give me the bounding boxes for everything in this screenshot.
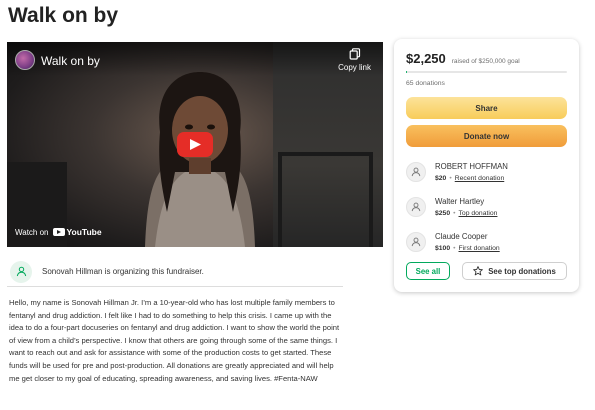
donor-name: Walter Hartley bbox=[435, 197, 485, 206]
channel-avatar[interactable] bbox=[15, 50, 35, 70]
donor-item: Walter Hartley $250 • Top donation bbox=[406, 192, 567, 222]
video-player[interactable]: Walk on by Copy link Watch on YouTube bbox=[7, 42, 383, 247]
copy-link-label: Copy link bbox=[338, 63, 371, 72]
goal-text: raised of $250,000 goal bbox=[451, 58, 520, 65]
copy-icon bbox=[349, 48, 360, 60]
progress-bar-fill bbox=[406, 71, 408, 73]
play-button[interactable] bbox=[177, 132, 213, 157]
organizer-row: Sonovah Hillman is organizing this fundr… bbox=[7, 257, 343, 287]
donate-now-button[interactable]: Donate now bbox=[406, 125, 567, 147]
watch-on-youtube-link[interactable]: Watch on YouTube bbox=[15, 227, 102, 237]
youtube-mark-icon bbox=[52, 228, 65, 236]
user-icon bbox=[406, 197, 426, 217]
donation-count: 65 donations bbox=[406, 80, 445, 87]
share-button[interactable]: Share bbox=[406, 97, 567, 119]
watch-on-label: Watch on bbox=[15, 227, 49, 237]
donor-tag-link[interactable]: Recent donation bbox=[455, 175, 505, 182]
see-top-donations-label: See top donations bbox=[488, 266, 556, 276]
copy-link-button[interactable]: Copy link bbox=[338, 48, 371, 72]
raised-summary: $2,250 raised of $250,000 goal bbox=[406, 51, 520, 66]
video-title[interactable]: Walk on by bbox=[41, 54, 100, 68]
donor-amount: $250 bbox=[435, 210, 451, 217]
youtube-logo-icon: YouTube bbox=[52, 227, 102, 237]
see-top-donations-button[interactable]: See top donations bbox=[462, 262, 567, 280]
progress-bar bbox=[406, 71, 567, 73]
donor-name: Claude Cooper bbox=[435, 232, 488, 241]
donor-tag-link[interactable]: Top donation bbox=[459, 210, 498, 217]
donor-amount: $100 bbox=[435, 245, 451, 252]
youtube-label: YouTube bbox=[66, 227, 102, 237]
donor-amount: $20 bbox=[435, 175, 447, 182]
video-thumbnail-person bbox=[145, 72, 255, 247]
organizer-user-icon bbox=[10, 260, 32, 283]
amount-raised: $2,250 bbox=[406, 51, 446, 66]
see-all-button[interactable]: See all bbox=[406, 262, 450, 280]
donation-card: $2,250 raised of $250,000 goal 65 donati… bbox=[394, 39, 579, 292]
donor-tag-link[interactable]: First donation bbox=[459, 245, 500, 252]
donor-item: ROBERT HOFFMAN $20 • Recent donation bbox=[406, 157, 567, 187]
star-icon bbox=[473, 266, 484, 276]
user-icon bbox=[406, 232, 426, 252]
donor-name: ROBERT HOFFMAN bbox=[435, 162, 508, 171]
play-icon bbox=[190, 139, 201, 150]
user-icon bbox=[406, 162, 426, 182]
page-title: Walk on by bbox=[8, 4, 119, 27]
story-text: Hello, my name is Sonovah Hillman Jr. I’… bbox=[9, 298, 340, 383]
video-background-chair bbox=[278, 152, 373, 247]
organizer-text: Sonovah Hillman is organizing this fundr… bbox=[42, 267, 204, 276]
donor-item: Claude Cooper $100 • First donation bbox=[406, 227, 567, 257]
